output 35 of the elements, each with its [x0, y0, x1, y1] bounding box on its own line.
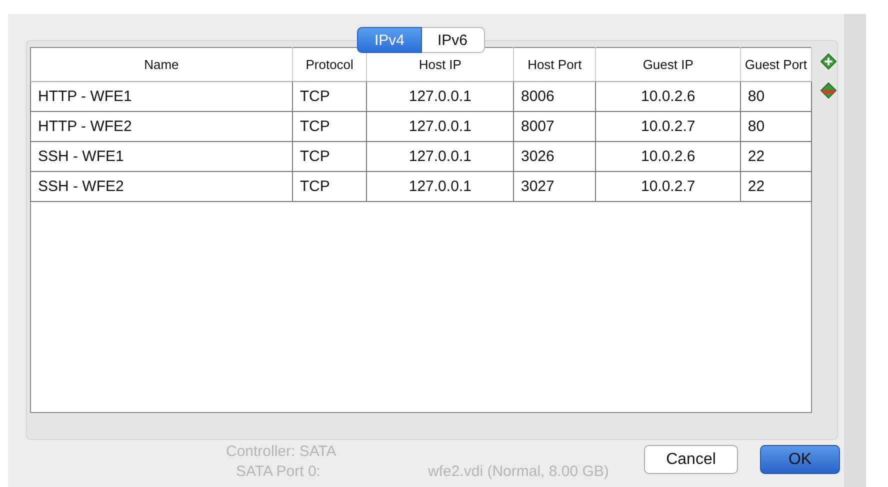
add-rule-icon[interactable]	[820, 53, 837, 70]
table-cell: 80	[740, 82, 812, 112]
cancel-button[interactable]: Cancel	[644, 445, 738, 474]
table-cell: TCP	[292, 172, 367, 202]
table-cell: SSH - WFE1	[30, 142, 292, 172]
table-cell: 8007	[513, 112, 596, 142]
table-cell: 10.0.2.7	[596, 172, 740, 202]
column-header: Protocol	[292, 48, 367, 82]
column-header: Name	[30, 48, 292, 82]
protocol-tab[interactable]: IPv4	[357, 27, 422, 53]
table-cell: 22	[740, 172, 812, 202]
column-header: Host Port	[513, 48, 596, 82]
table-cell: 10.0.2.7	[596, 112, 740, 142]
table-cell: 3026	[513, 142, 596, 172]
table-cell: 127.0.0.1	[366, 172, 514, 202]
table-cell: 80	[740, 112, 812, 142]
table-cell: 127.0.0.1	[366, 142, 514, 172]
table-cell: 127.0.0.1	[366, 82, 514, 112]
table-cell: 3027	[513, 172, 596, 202]
table-cell: TCP	[292, 112, 367, 142]
table-cell: 127.0.0.1	[366, 112, 514, 142]
table-cell: 10.0.2.6	[596, 142, 740, 172]
table-cell: TCP	[292, 142, 367, 172]
table-cell: 8006	[513, 82, 596, 112]
table-cell: 22	[740, 142, 812, 172]
table-cell: HTTP - WFE1	[30, 82, 292, 112]
column-header: Guest Port	[740, 48, 812, 82]
table-cell: SSH - WFE2	[30, 172, 292, 202]
table-cell: HTTP - WFE2	[30, 112, 292, 142]
protocol-tab[interactable]: IPv6	[422, 27, 485, 53]
table-cell: TCP	[292, 82, 367, 112]
table-cell: 10.0.2.6	[596, 82, 740, 112]
ok-button[interactable]: OK	[760, 445, 840, 474]
remove-rule-icon[interactable]	[820, 82, 837, 99]
column-header: Guest IP	[596, 48, 740, 82]
